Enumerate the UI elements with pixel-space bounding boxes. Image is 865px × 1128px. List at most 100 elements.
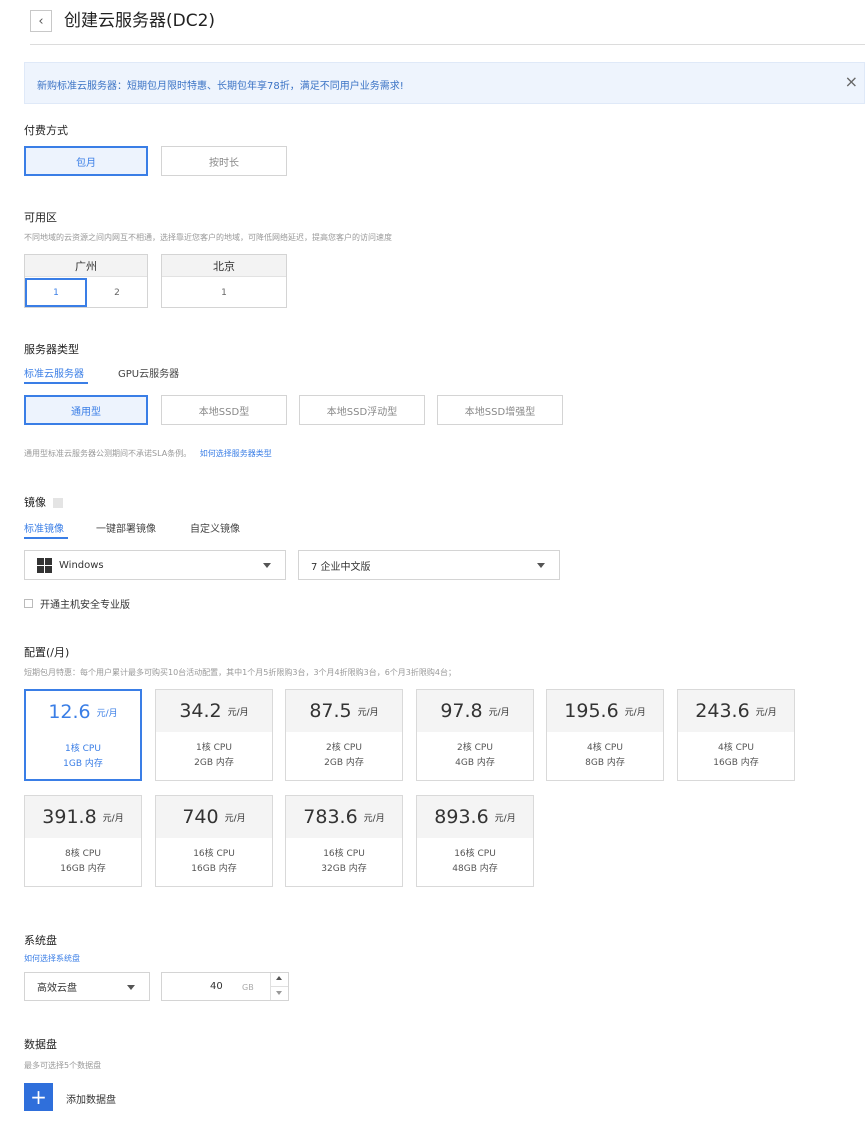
plus-icon: + bbox=[30, 1085, 47, 1109]
config-card-price-row: 12.6 元/月 bbox=[26, 691, 140, 733]
config-card-memory: 32GB 内存 bbox=[321, 864, 367, 874]
system-disk-size-value[interactable]: 40 bbox=[210, 981, 223, 992]
config-card-price-row: 893.6 元/月 bbox=[417, 796, 533, 838]
server-type-help-link[interactable]: 如何选择服务器类型 bbox=[200, 449, 272, 458]
config-card-cpu: 16核 CPU bbox=[454, 849, 496, 859]
config-card-price: 243.6 bbox=[695, 700, 750, 722]
image-label: 镜像 bbox=[24, 494, 63, 510]
config-card-memory: 2GB 内存 bbox=[194, 758, 234, 768]
add-data-disk-button[interactable]: + bbox=[24, 1083, 53, 1111]
config-card-price: 783.6 bbox=[303, 806, 358, 828]
config-card-unit: 元/月 bbox=[96, 708, 118, 719]
data-disk-label: 数据盘 bbox=[24, 1038, 57, 1051]
config-card[interactable]: 34.2 元/月 1核 CPU 2GB 内存 bbox=[155, 689, 273, 781]
config-card[interactable]: 783.6 元/月 16核 CPU 32GB 内存 bbox=[285, 795, 403, 887]
config-card[interactable]: 195.6 元/月 4核 CPU 8GB 内存 bbox=[546, 689, 664, 781]
config-card-memory: 48GB 内存 bbox=[452, 864, 498, 874]
config-card-price: 87.5 bbox=[309, 700, 352, 722]
config-card-memory: 1GB 内存 bbox=[63, 759, 103, 769]
config-card[interactable]: 87.5 元/月 2核 CPU 2GB 内存 bbox=[285, 689, 403, 781]
page-title: 创建云服务器(DC2) bbox=[64, 11, 216, 31]
security-checkbox[interactable] bbox=[24, 599, 33, 608]
config-card-cpu: 16核 CPU bbox=[193, 849, 235, 859]
security-checkbox-row[interactable]: 开通主机安全专业版 bbox=[24, 596, 130, 611]
config-card-memory: 16GB 内存 bbox=[191, 864, 237, 874]
billing-hourly-button[interactable]: 按时长 bbox=[161, 146, 287, 176]
config-card-cpu: 4核 CPU bbox=[587, 743, 623, 753]
chevron-down-icon bbox=[537, 563, 545, 568]
tab-one-click-image[interactable]: 一键部署镜像 bbox=[96, 520, 156, 535]
region-name: 北京 bbox=[162, 255, 286, 277]
tab-standard-image[interactable]: 标准镜像 bbox=[24, 520, 64, 535]
tab-standard-server[interactable]: 标准云服务器 bbox=[24, 365, 84, 380]
config-card-memory: 8GB 内存 bbox=[585, 758, 625, 768]
chevron-down-icon bbox=[127, 984, 135, 990]
config-card-price: 97.8 bbox=[440, 700, 483, 722]
config-card-cpu: 1核 CPU bbox=[65, 744, 101, 754]
config-card[interactable]: 740 元/月 16核 CPU 16GB 内存 bbox=[155, 795, 273, 887]
promo-notice: 新购标准云服务器：短期包月限时特惠、长期包年享78折，满足不同用户业务需求! × bbox=[24, 62, 865, 104]
billing-label: 付费方式 bbox=[24, 124, 68, 137]
server-type-general-button[interactable]: 通用型 bbox=[24, 395, 148, 425]
stepper-down-icon[interactable] bbox=[276, 991, 282, 995]
config-card-price-row: 243.6 元/月 bbox=[678, 690, 794, 732]
os-select-value: Windows bbox=[59, 559, 104, 571]
zone-hint: 不同地域的云资源之间内网互不相通，选择靠近您客户的地域，可降低网络延迟，提高您客… bbox=[24, 233, 392, 242]
config-card[interactable]: 391.8 元/月 8核 CPU 16GB 内存 bbox=[24, 795, 142, 887]
system-disk-size-stepper[interactable]: 40 GB bbox=[161, 972, 289, 1001]
server-type-ssd-floating-button[interactable]: 本地SSD浮动型 bbox=[299, 395, 425, 425]
config-card[interactable]: 893.6 元/月 16核 CPU 48GB 内存 bbox=[416, 795, 534, 887]
system-disk-type-select[interactable]: 高效云盘 bbox=[24, 972, 150, 1001]
config-card-price: 391.8 bbox=[42, 806, 97, 828]
zone-option-gz-2[interactable]: 2 bbox=[87, 278, 147, 307]
close-icon[interactable]: × bbox=[845, 73, 858, 91]
windows-icon bbox=[37, 557, 52, 573]
notice-text: 新购标准云服务器：短期包月限时特惠、长期包年享78折，满足不同用户业务需求! bbox=[37, 81, 404, 92]
system-disk-size-unit: GB bbox=[242, 983, 254, 992]
config-card-unit: 元/月 bbox=[357, 707, 379, 718]
server-type-hint: 通用型标准云服务器公测期间不承诺SLA条例。 如何选择服务器类型 bbox=[24, 448, 272, 459]
image-label-text: 镜像 bbox=[24, 496, 46, 509]
server-type-ssd-button[interactable]: 本地SSD型 bbox=[161, 395, 287, 425]
version-select[interactable]: 7 企业中文版 bbox=[298, 550, 560, 580]
config-card-unit: 元/月 bbox=[102, 813, 124, 824]
config-card-unit: 元/月 bbox=[488, 707, 510, 718]
tab-custom-image[interactable]: 自定义镜像 bbox=[190, 520, 240, 535]
zone-option-gz-1[interactable]: 1 bbox=[25, 278, 87, 307]
stepper-up-icon[interactable] bbox=[276, 976, 282, 980]
active-tab-underline bbox=[24, 382, 88, 384]
config-card-memory: 16GB 内存 bbox=[713, 758, 759, 768]
config-card-unit: 元/月 bbox=[755, 707, 777, 718]
region-name: 广州 bbox=[25, 255, 147, 277]
tab-gpu-server[interactable]: GPU云服务器 bbox=[118, 365, 179, 380]
os-select[interactable]: Windows bbox=[24, 550, 286, 580]
add-data-disk-label[interactable]: 添加数据盘 bbox=[66, 1091, 116, 1106]
version-select-value: 7 企业中文版 bbox=[311, 561, 371, 573]
config-card[interactable]: 243.6 元/月 4核 CPU 16GB 内存 bbox=[677, 689, 795, 781]
data-disk-hint: 最多可选择5个数据盘 bbox=[24, 1061, 102, 1070]
info-icon[interactable] bbox=[52, 498, 63, 508]
server-type-label: 服务器类型 bbox=[24, 343, 79, 356]
zone-option-bj-1[interactable]: 1 bbox=[162, 278, 286, 307]
billing-monthly-button[interactable]: 包月 bbox=[24, 146, 148, 176]
system-disk-help-link[interactable]: 如何选择系统盘 bbox=[24, 953, 80, 964]
system-disk-label: 系统盘 bbox=[24, 934, 57, 947]
config-card[interactable]: 12.6 元/月 1核 CPU 1GB 内存 bbox=[24, 689, 142, 781]
config-card-price-row: 34.2 元/月 bbox=[156, 690, 272, 732]
chevron-down-icon bbox=[263, 563, 271, 568]
config-card-price-row: 391.8 元/月 bbox=[25, 796, 141, 838]
config-card-price: 34.2 bbox=[179, 700, 222, 722]
active-tab-underline bbox=[24, 537, 68, 539]
config-card-cpu: 16核 CPU bbox=[323, 849, 365, 859]
config-card-cpu: 1核 CPU bbox=[196, 743, 232, 753]
config-card-cpu: 8核 CPU bbox=[65, 849, 101, 859]
back-button[interactable]: ‹ bbox=[30, 10, 52, 32]
config-card-unit: 元/月 bbox=[224, 813, 246, 824]
config-card-price-row: 740 元/月 bbox=[156, 796, 272, 838]
config-card[interactable]: 97.8 元/月 2核 CPU 4GB 内存 bbox=[416, 689, 534, 781]
config-card-unit: 元/月 bbox=[363, 813, 385, 824]
zone-region-beijing: 北京 1 bbox=[161, 254, 287, 308]
config-card-price: 195.6 bbox=[564, 700, 619, 722]
config-card-memory: 4GB 内存 bbox=[455, 758, 495, 768]
server-type-ssd-enhanced-button[interactable]: 本地SSD增强型 bbox=[437, 395, 563, 425]
